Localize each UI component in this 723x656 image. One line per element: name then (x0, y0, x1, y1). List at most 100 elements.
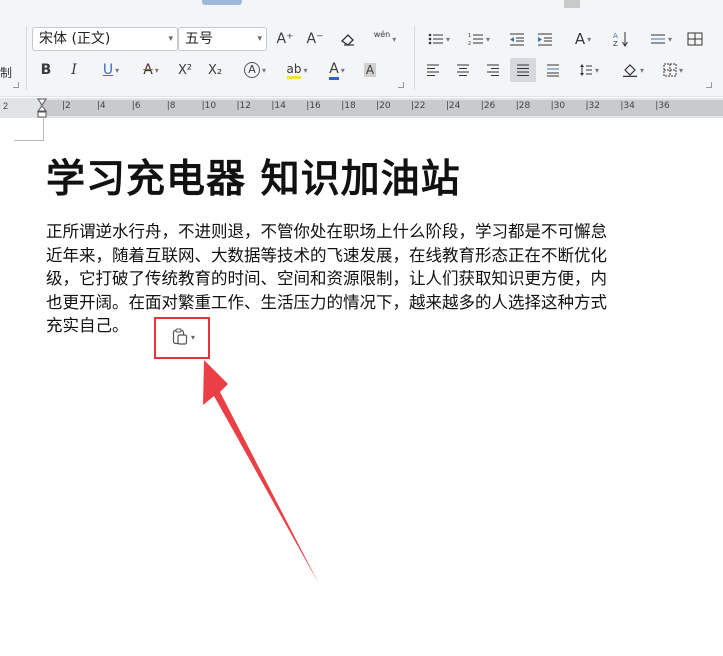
crop-mark (43, 118, 44, 140)
shading-button[interactable]: ▾ (616, 59, 650, 81)
indent-marker-icon[interactable] (37, 98, 47, 118)
numbered-list-button[interactable]: 1 2 ▾ (462, 28, 496, 50)
outdent-icon (510, 33, 524, 46)
distributed-align-button[interactable] (542, 59, 564, 81)
line-spacing-button[interactable]: ▾ (572, 59, 606, 81)
shrink-font-label: A⁻ (306, 31, 324, 47)
chevron-down-icon[interactable]: ▾ (679, 66, 683, 75)
chevron-down-icon[interactable]: ▾ (595, 66, 599, 75)
font-size-combo[interactable]: 五号 ▾ (178, 27, 267, 51)
chevron-down-icon[interactable]: ▾ (168, 28, 173, 50)
divider (414, 26, 415, 90)
chevron-down-icon[interactable]: ▾ (668, 35, 672, 44)
align-center-button[interactable] (452, 59, 474, 81)
chevron-down-icon[interactable]: ▾ (155, 66, 159, 75)
clipboard-paste-icon (172, 328, 188, 345)
increase-indent-button[interactable] (534, 28, 556, 50)
align-right-icon (487, 64, 499, 76)
paste-options-button[interactable]: ▾ (172, 328, 195, 346)
ruler-tick-label: |30 (550, 101, 566, 111)
italic-label: I (71, 62, 77, 78)
ruler-tick-label: |34 (620, 101, 635, 111)
shrink-font-button[interactable]: A⁻ (304, 28, 326, 50)
document-body[interactable]: 正所谓逆水行舟，不进则退，不管你处在职场上什么阶段，学习都是不可懈怠 近年来，随… (46, 220, 723, 338)
ruler-tick-label: |14 (271, 101, 286, 111)
phonetic-guide-button[interactable]: wén ▾ (368, 28, 402, 50)
align-right-button[interactable] (482, 59, 504, 81)
ruler-tick-label: |22 (411, 101, 426, 111)
ruler-tick-label: |4 (96, 101, 106, 111)
active-tab-indicator (202, 0, 242, 5)
bullet-list-button[interactable]: ▾ (422, 28, 456, 50)
grow-font-button[interactable]: A⁺ (274, 28, 296, 50)
char-shading-button[interactable]: A (360, 59, 380, 81)
underline-button[interactable]: U ▾ (94, 59, 128, 81)
align-center-icon (457, 64, 469, 76)
italic-button[interactable]: I (64, 59, 84, 81)
chevron-down-icon[interactable]: ▾ (262, 66, 266, 75)
document-page[interactable]: 学习充电器 知识加油站 正所谓逆水行舟，不进则退，不管你处在职场上什么阶段，学习… (0, 118, 723, 656)
text-effect-button[interactable]: A ▾ (238, 59, 272, 81)
justify-button[interactable] (510, 58, 536, 82)
paragraph-group-launcher[interactable] (706, 82, 712, 88)
chevron-down-icon[interactable]: ▾ (392, 35, 396, 44)
phonetic-label: wén (373, 29, 391, 39)
chevron-down-icon[interactable]: ▾ (486, 35, 490, 44)
decrease-indent-button[interactable] (506, 28, 528, 50)
align-left-button[interactable] (422, 59, 444, 81)
align-left-icon (427, 64, 439, 76)
font-group-launcher[interactable] (398, 82, 404, 88)
superscript-button[interactable]: X² (174, 59, 196, 81)
ruler-tick-label: |8 (166, 101, 176, 111)
strikethrough-label: A (143, 62, 153, 78)
font-family-value: 宋体 (正文) (39, 31, 111, 47)
group-launcher[interactable] (13, 82, 19, 88)
chevron-down-icon[interactable]: ▾ (257, 28, 262, 50)
chevron-down-icon[interactable]: ▾ (446, 35, 450, 44)
subscript-button[interactable]: X₂ (204, 59, 226, 81)
font-family-combo[interactable]: 宋体 (正文) ▾ (32, 27, 178, 51)
bold-button[interactable]: B (36, 59, 56, 81)
clear-format-button[interactable] (336, 28, 360, 50)
ruler-tick-label: |28 (515, 101, 531, 111)
font-color-button[interactable]: A ▾ (320, 59, 354, 81)
ribbon-toolbar: 制 宋体 (正文) ▾ 五号 ▾ A⁺ A⁻ wén ▾ B I U ▾ A ▾ X… (0, 20, 723, 97)
chevron-down-icon[interactable]: ▾ (115, 66, 119, 75)
border-icon (663, 63, 677, 77)
document-title[interactable]: 学习充电器 知识加油站 (46, 148, 461, 204)
svg-text:Z: Z (613, 40, 618, 47)
numbered-list-icon: 12 (468, 33, 483, 46)
body-line[interactable]: 级，它打破了传统教育的时间、空间和资源限制，让人们获取知识更方便，内 (46, 267, 723, 291)
indent-icon (538, 33, 552, 46)
chevron-down-icon[interactable]: ▾ (303, 66, 307, 75)
paint-bucket-icon (622, 64, 637, 77)
char-shading-label: A (363, 63, 377, 77)
body-line[interactable]: 充实自己。 (46, 314, 723, 338)
distribute-icon (547, 64, 559, 77)
chevron-down-icon[interactable]: ▾ (191, 333, 195, 342)
ruler-tick-label: |10 (201, 101, 217, 111)
font-color-label: A (329, 61, 339, 80)
svg-text:1: 1 (468, 33, 471, 39)
crop-mark (14, 140, 44, 141)
chevron-down-icon[interactable]: ▾ (640, 66, 644, 75)
subscript-label: X₂ (207, 62, 223, 78)
border-button[interactable]: ▾ (656, 59, 690, 81)
line-spacing-toggle-button[interactable]: ▾ (644, 28, 678, 50)
chevron-down-icon[interactable]: ▾ (341, 66, 345, 75)
body-line[interactable]: 近年来，随着互联网、大数据等技术的飞速发展，在线教育形态正在不断优化 (46, 244, 723, 268)
sort-button[interactable]: AZ (610, 28, 632, 50)
char-scaling-button[interactable]: A ▾ (566, 28, 600, 50)
horizontal-ruler[interactable]: 2 |2 |4 |6 |8 |10 |12 |14 |16 |18 |20 |22 |24 |26 |28… (0, 98, 723, 118)
highlight-button[interactable]: ab ▾ (280, 59, 314, 81)
strikethrough-button[interactable]: A ▾ (134, 59, 168, 81)
bold-label: B (40, 62, 52, 78)
table-insert-button[interactable] (684, 28, 706, 50)
ruler-tick-label: |18 (341, 101, 356, 111)
paste-options-highlight: ▾ (154, 317, 210, 359)
show-marks-icon (650, 34, 665, 44)
strip-scroll-marker (564, 0, 580, 8)
chevron-down-icon[interactable]: ▾ (587, 35, 591, 44)
body-line[interactable]: 正所谓逆水行舟，不进则退，不管你处在职场上什么阶段，学习都是不可懈怠 (46, 220, 723, 244)
body-line[interactable]: 也更开阔。在面对繁重工作、生活压力的情况下，越来越多的人选择这种方式 (46, 291, 723, 315)
